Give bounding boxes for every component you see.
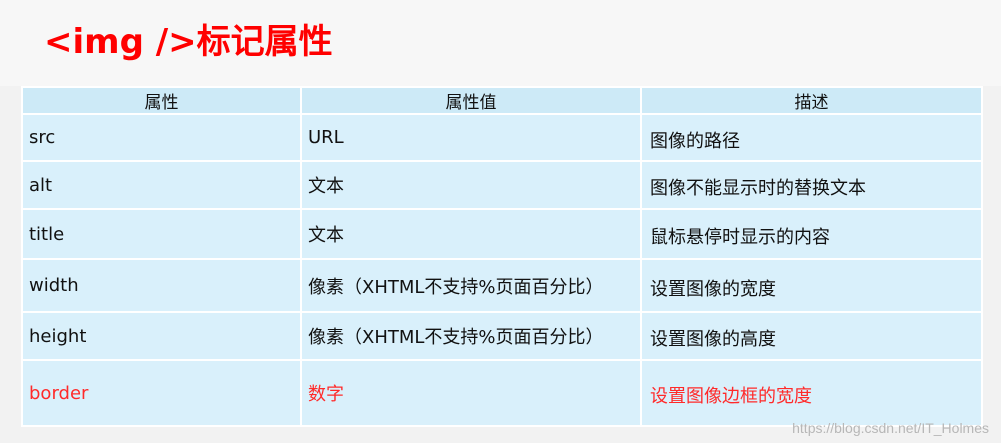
- table-row: alt 文本 图像不能显示时的替换文本: [21, 160, 983, 210]
- cell-attribute: src: [21, 113, 302, 162]
- cell-attribute: height: [21, 311, 302, 361]
- cell-value: 文本: [300, 160, 642, 210]
- cell-attribute: alt: [21, 160, 302, 210]
- header-value: 属性值: [300, 86, 642, 115]
- slide-title: <img />标记属性: [44, 22, 333, 62]
- cell-value: 像素（XHTML不支持%页面百分比）: [300, 258, 642, 313]
- header-attribute: 属性: [21, 86, 302, 115]
- cell-value: 数字: [300, 359, 642, 427]
- table-row: border 数字 设置图像边框的宽度: [21, 359, 983, 427]
- table-row: title 文本 鼠标悬停时显示的内容: [21, 208, 983, 260]
- cell-attribute: title: [21, 208, 302, 260]
- cell-description: 图像的路径: [640, 113, 983, 162]
- cell-description: 鼠标悬停时显示的内容: [640, 208, 983, 260]
- header-description: 描述: [640, 86, 983, 115]
- cell-description: 图像不能显示时的替换文本: [640, 160, 983, 210]
- cell-value: 像素（XHTML不支持%页面百分比）: [300, 311, 642, 361]
- cell-attribute: width: [21, 258, 302, 313]
- cell-description: 设置图像的高度: [640, 311, 983, 361]
- cell-value: URL: [300, 113, 642, 162]
- cell-description: 设置图像边框的宽度: [640, 359, 983, 427]
- cell-value: 文本: [300, 208, 642, 260]
- watermark: https://blog.csdn.net/IT_Holmes: [792, 420, 989, 436]
- table-row: src URL 图像的路径: [21, 113, 983, 162]
- cell-description: 设置图像的宽度: [640, 258, 983, 313]
- table-row: width 像素（XHTML不支持%页面百分比） 设置图像的宽度: [21, 258, 983, 313]
- attributes-table: 属性 属性值 描述 src URL 图像的路径 alt 文本 图像不能显示时的替…: [21, 86, 983, 427]
- table-row: height 像素（XHTML不支持%页面百分比） 设置图像的高度: [21, 311, 983, 361]
- cell-attribute: border: [21, 359, 302, 427]
- table-header-row: 属性 属性值 描述: [21, 86, 983, 115]
